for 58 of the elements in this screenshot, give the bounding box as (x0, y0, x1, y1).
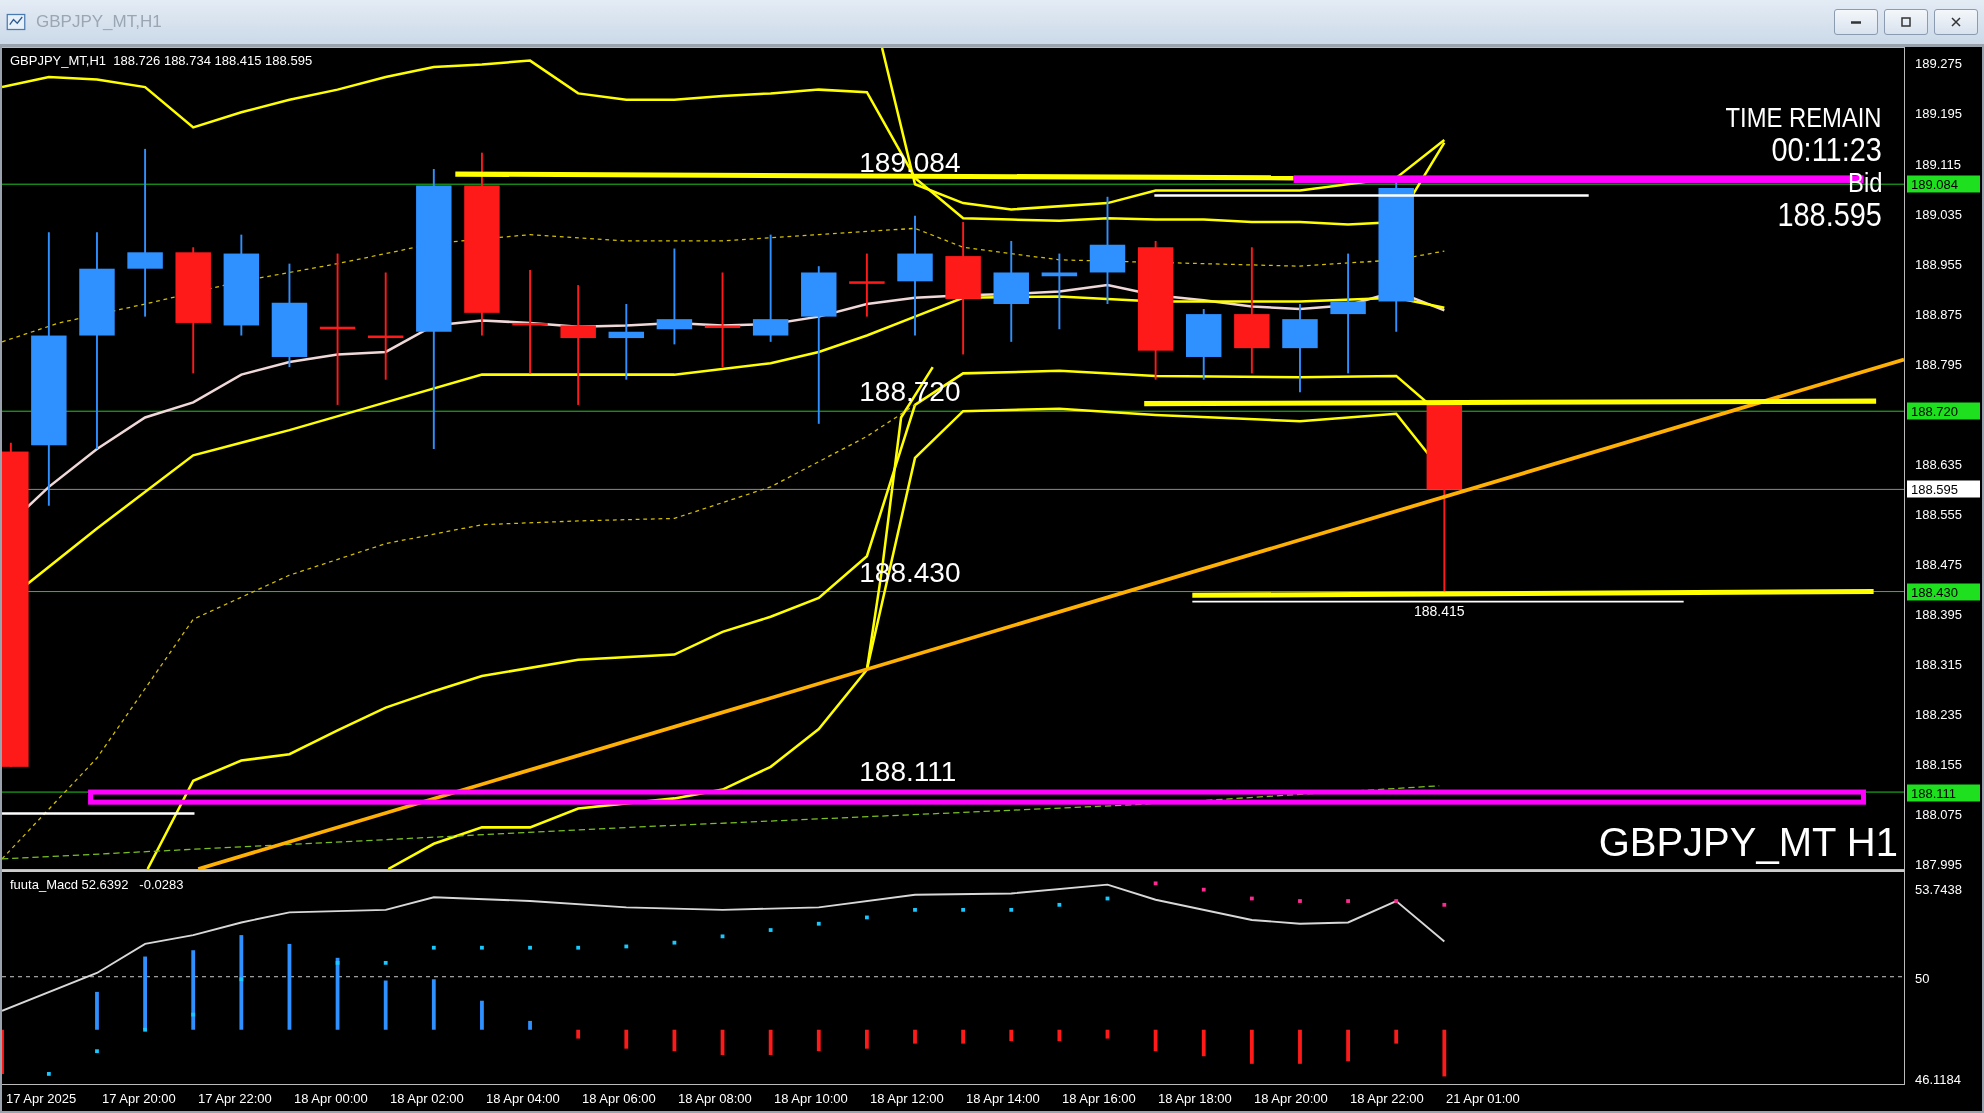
maximize-button[interactable] (1884, 9, 1928, 35)
time-tick: 18 Apr 04:00 (486, 1090, 561, 1106)
price-tick: 188.155 (1915, 756, 1962, 772)
bid-price: 188.595 (1777, 197, 1882, 234)
close-button[interactable] (1934, 9, 1978, 35)
minimize-button[interactable] (1834, 9, 1878, 35)
time-tick: 18 Apr 06:00 (582, 1090, 657, 1106)
indicator-tick: 53.7438 (1915, 881, 1962, 897)
minimize-icon (1851, 20, 1861, 24)
chart-header: GBPJPY_MT,H1 188.726 188.734 188.415 188.595 (10, 53, 313, 68)
time-tick: 17 Apr 2025 (6, 1090, 78, 1106)
time-tick: 18 Apr 18:00 (1158, 1090, 1233, 1106)
price-tick: 188.075 (1915, 806, 1962, 822)
price-tick: 188.875 (1915, 306, 1962, 322)
time-tick: 18 Apr 02:00 (390, 1090, 465, 1106)
candlestick (849, 252, 885, 318)
price-tick: 188.235 (1915, 706, 1962, 722)
price-tick: 188.635 (1915, 456, 1962, 472)
price-tick: 188.395 (1915, 606, 1962, 622)
indicator-header: fuuta_Macd 52.6392 -0.0283 (10, 877, 184, 892)
time-tick: 21 Apr 01:00 (1446, 1090, 1521, 1106)
price-marker: 188.111 (1907, 784, 1980, 802)
time-tick: 18 Apr 22:00 (1350, 1090, 1425, 1106)
price-marker: 189.084 (1907, 175, 1980, 193)
time-tick: 18 Apr 12:00 (870, 1090, 945, 1106)
price-tick: 188.795 (1915, 356, 1962, 372)
price-marker: 188.595 (1907, 480, 1980, 498)
price-tick: 189.115 (1915, 156, 1962, 172)
indicator-tick: 46.1184 (1915, 1071, 1962, 1087)
price-tick: 187.995 (1915, 856, 1962, 872)
chart-window-icon (6, 12, 26, 32)
time-tick: 18 Apr 08:00 (678, 1090, 753, 1106)
price-marker: 188.430 (1907, 583, 1980, 601)
time-tick: 18 Apr 10:00 (774, 1090, 849, 1106)
time-tick: 18 Apr 00:00 (294, 1090, 369, 1106)
close-icon (1950, 16, 1962, 28)
countdown-time: 00:11:23 (1771, 132, 1882, 169)
price-tick: 188.475 (1915, 556, 1962, 572)
window-title: GBPJPY_MT,H1 (36, 12, 162, 32)
maximize-icon (1900, 16, 1912, 28)
time-tick: 17 Apr 20:00 (102, 1090, 177, 1106)
price-marker: 188.720 (1907, 402, 1980, 420)
time-tick: 18 Apr 20:00 (1254, 1090, 1329, 1106)
price-level-label: 188.111 (859, 758, 957, 786)
time-tick: 17 Apr 22:00 (198, 1090, 273, 1106)
price-tick: 189.275 (1915, 55, 1962, 71)
symbol-label: GBPJPY_MT H1 (1598, 820, 1898, 865)
bid-label: Bid (1847, 168, 1882, 198)
price-tick: 188.555 (1915, 506, 1962, 522)
low-price-label: 188.415 (1413, 602, 1465, 619)
timer-title: TIME REMAIN (1725, 103, 1882, 133)
time-tick: 18 Apr 16:00 (1062, 1090, 1137, 1106)
price-tick: 188.315 (1915, 656, 1962, 672)
indicator-tick: 50 (1915, 970, 1930, 985)
time-tick: 18 Apr 14:00 (966, 1090, 1041, 1106)
price-tick: 189.035 (1915, 206, 1962, 222)
price-tick: 188.955 (1915, 256, 1962, 272)
price-tick: 189.195 (1915, 106, 1962, 121)
